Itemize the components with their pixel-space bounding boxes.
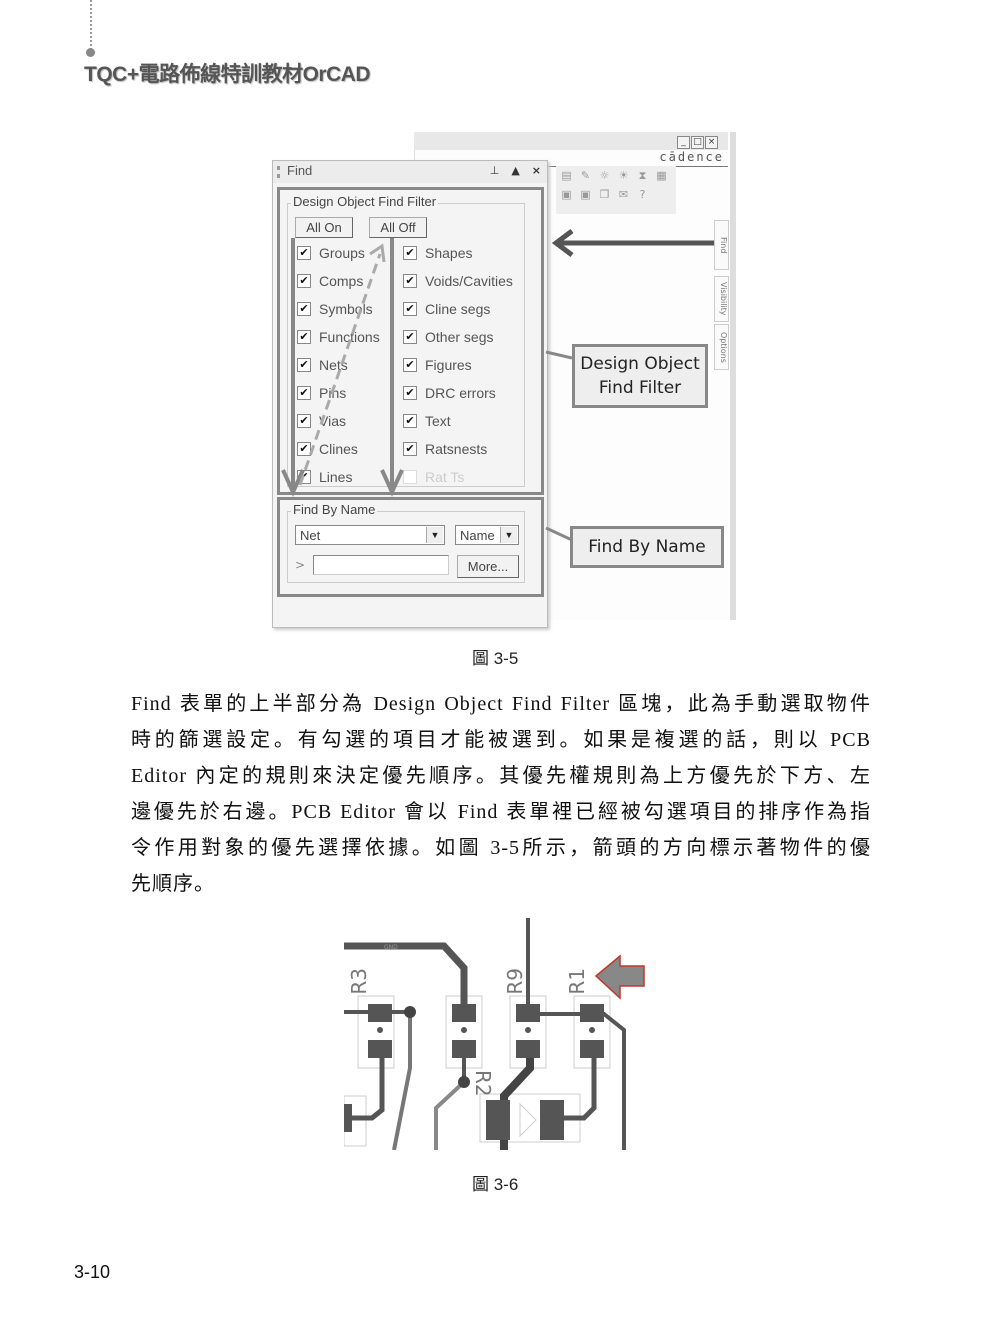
r1-center-dot <box>589 1027 595 1033</box>
filter-callout-line-2: Find Filter <box>598 378 682 398</box>
paragraph-line: 時的篩選設定。有勾選的項目才能被選到。如果是複選的話，則以 PCB <box>131 729 871 751</box>
header-dotted-line <box>90 0 92 50</box>
filter-callout: Design Object Find Filter <box>572 344 708 408</box>
via <box>458 1076 470 1088</box>
r2-via-trace <box>434 1080 466 1150</box>
r1-pad-2 <box>580 1040 604 1058</box>
refdes-r2: R2 <box>471 1070 495 1097</box>
dashed-arrowhead-icon <box>369 243 386 263</box>
r2-pad-2 <box>452 1040 476 1058</box>
via <box>404 1006 416 1018</box>
paragraph-line: 邊優先於右邊。PCB Editor 會以 Find 表單裡已經被勾選項目的排序作… <box>131 801 871 823</box>
r9-pad-1 <box>516 1004 540 1022</box>
via-trace <box>392 1012 412 1150</box>
r1-pad-1 <box>580 1004 604 1022</box>
r2-center-dot <box>461 1027 467 1033</box>
page-number: 3-10 <box>74 1262 111 1282</box>
figure-3-5-caption: 圖 3-5 <box>472 649 519 668</box>
dashed-column-transition-arrow <box>298 253 382 486</box>
net-label-gnd: GND <box>384 944 398 951</box>
r2-pad-1 <box>452 1004 476 1022</box>
pcb-drawing: R3 R9 R1 R2 GND <box>344 918 645 1150</box>
body-paragraph: Find 表單的上半部分為 Design Object Find Filter … <box>131 686 871 902</box>
r9-pad-2 <box>516 1040 540 1058</box>
diode-pad-1 <box>486 1100 510 1140</box>
r3-pad-1 <box>368 1004 392 1022</box>
refdes-r9: R9 <box>503 968 527 995</box>
paragraph-line: 先順序。 <box>131 873 215 895</box>
r3-bottom-trace <box>348 1048 385 1121</box>
paragraph-line: Find 表單的上半部分為 Design Object Find Filter … <box>131 693 871 715</box>
diode-pad-2 <box>540 1100 564 1140</box>
figure-3-5: _ □ × cādence ▤ ✎ ☼ ☀ ⧗ ▦ ▣ ▣ ❐ ✉ ? Find… <box>266 130 736 628</box>
r3-pad-2 <box>368 1040 392 1058</box>
figure-3-6-caption: 圖 3-6 <box>472 1175 519 1194</box>
filter-callout-line-1: Design Object <box>580 354 700 374</box>
highlight-arrow-icon <box>594 954 645 1000</box>
refdes-r3: R3 <box>347 968 371 995</box>
partial-pad <box>344 1104 352 1132</box>
filter-callout-pointer <box>545 350 573 360</box>
header-dot <box>86 48 95 57</box>
r3-center-dot <box>377 1027 383 1033</box>
book-title: TQC+電路佈線特訓教材OrCAD <box>84 63 371 86</box>
name-callout-pointer <box>545 526 573 542</box>
figure-3-6-pcb-layout: R3 R9 R1 R2 GND <box>344 918 654 1150</box>
paragraph-line: 令作用對象的優先選擇依據。如圖 3-5所示，箭頭的方向標示著物件的優 <box>131 837 871 859</box>
paragraph-line: Editor 內定的規則來決定優先順序。其優先權規則為上方優先於下方、左 <box>131 765 871 787</box>
diode-symbol-icon <box>519 1102 537 1138</box>
name-callout: Find By Name <box>570 526 724 568</box>
r9-center-dot <box>525 1027 531 1033</box>
refdes-r1: R1 <box>565 968 589 995</box>
